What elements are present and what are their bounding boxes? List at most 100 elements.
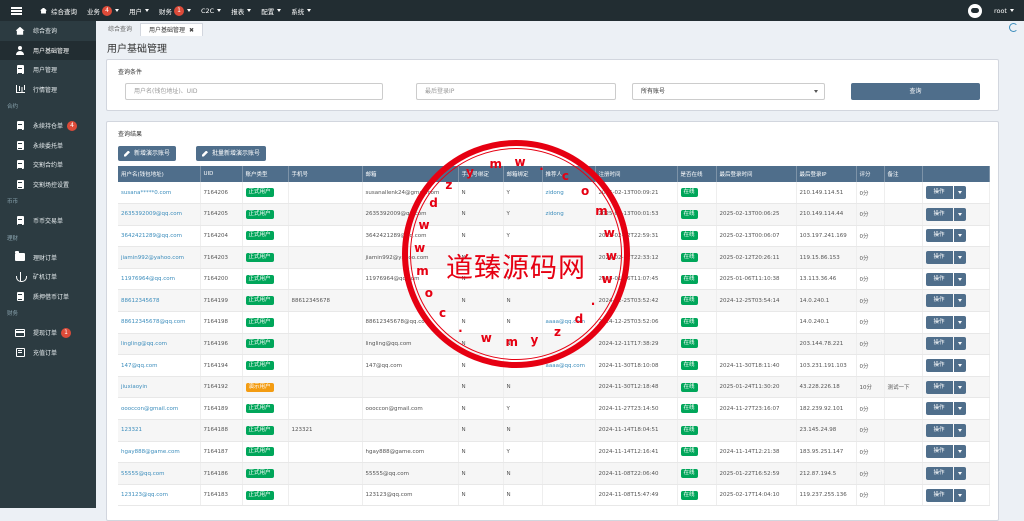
results-panel: 查询结果 新增演示账号 批量新增演示账号 用户名(钱包地址) UID 账户类型 手机号…	[106, 121, 999, 521]
action-dropdown-toggle[interactable]	[953, 229, 966, 243]
username-link[interactable]: hgay888@game.com	[121, 449, 180, 455]
close-icon[interactable]: ✖	[189, 27, 194, 34]
action-dropdown-toggle[interactable]	[953, 251, 966, 265]
sidebar-item-5[interactable]: 永续持仓单 4	[0, 116, 96, 136]
sidebar-item-17[interactable]: 充值订单	[0, 343, 96, 363]
topnav-item-3[interactable]: 财务 1	[159, 5, 191, 16]
topnav-item-2[interactable]: 用户	[129, 6, 149, 16]
home-icon	[40, 7, 47, 14]
sidebar-item-12[interactable]: 理财订单	[0, 248, 96, 268]
sidebar-item-0[interactable]: 综合查询	[0, 21, 96, 41]
table-cell	[542, 289, 596, 313]
account-type-badge: 正式用户	[245, 317, 274, 327]
sidebar-item-13[interactable]: 矿机订单	[0, 267, 96, 287]
topnav-item-1[interactable]: 业务 4	[87, 5, 119, 16]
action-dropdown-toggle[interactable]	[953, 488, 966, 502]
action-button[interactable]: 操作	[925, 207, 953, 221]
username-link[interactable]: 147@qq.com	[121, 363, 157, 369]
action-dropdown-toggle[interactable]	[953, 294, 966, 308]
action-dropdown-toggle[interactable]	[953, 315, 966, 329]
username-link[interactable]: 88612345678	[121, 298, 160, 304]
sidebar-item-label: 理财订单	[33, 254, 58, 262]
cell-text: N	[461, 297, 466, 304]
query-button[interactable]: 查询	[851, 83, 980, 100]
table-cell: N	[503, 354, 543, 377]
sidebar-item-14[interactable]: 质押借币订单	[0, 287, 96, 307]
username-link[interactable]: lingling@qq.com	[121, 341, 167, 347]
action-dropdown-toggle[interactable]	[953, 186, 966, 200]
action-button[interactable]: 操作	[925, 251, 953, 265]
sidebar-item-2[interactable]: 用户管理	[0, 60, 96, 80]
action-dropdown-toggle[interactable]	[953, 445, 966, 459]
sidebar-item-8[interactable]: 交割场控设置	[0, 175, 96, 195]
sidebar-item-7[interactable]: 交割合约单	[0, 155, 96, 175]
action-button[interactable]: 操作	[925, 445, 953, 459]
cell-text: 55555@qq.com	[365, 470, 409, 477]
user-menu[interactable]: root	[994, 7, 1014, 15]
table-cell: 在线	[677, 203, 717, 226]
last-login-ip-input[interactable]: 最后登录IP	[416, 83, 616, 100]
referrer-link[interactable]: aaaa@qq.com	[546, 363, 585, 369]
topnav-item-7[interactable]: 系统	[291, 6, 312, 16]
username-uid-input[interactable]: 用户名(钱包地址)、UID	[125, 83, 383, 100]
username-link[interactable]: 55555@qq.com	[121, 471, 164, 477]
table-cell	[542, 225, 596, 248]
action-button[interactable]: 操作	[925, 423, 953, 437]
action-dropdown-toggle[interactable]	[953, 380, 966, 394]
action-button[interactable]: 操作	[925, 337, 953, 351]
username-link[interactable]: 2635392009@qq.com	[121, 211, 182, 217]
topnav-item-6[interactable]: 配置	[261, 6, 282, 16]
table-cell	[288, 182, 363, 205]
sidebar-item-16[interactable]: 提现订单 1	[0, 323, 96, 343]
topnav-item-4[interactable]: C2C	[201, 7, 222, 15]
tab-1[interactable]: 用户基础管理 ✖	[140, 23, 204, 36]
username-link[interactable]: 123321	[121, 427, 142, 433]
chat-icon[interactable]	[967, 3, 982, 18]
action-button[interactable]: 操作	[925, 380, 953, 394]
table-cell: 7164187	[200, 441, 243, 464]
menu-toggle-icon[interactable]	[0, 0, 32, 21]
username-link[interactable]: susana*****0.com	[121, 190, 171, 196]
action-button[interactable]: 操作	[925, 186, 953, 200]
sidebar-item-6[interactable]: 永续委托单	[0, 136, 96, 156]
sidebar-item-3[interactable]: 行情管理	[0, 80, 96, 100]
topnav-item-5[interactable]: 报表	[231, 6, 252, 16]
username-link[interactable]: oooccon@gmail.com	[121, 406, 178, 412]
batch-add-demo-account-button[interactable]: 批量新增演示账号	[196, 146, 267, 161]
action-dropdown-toggle[interactable]	[953, 423, 966, 437]
referrer-link[interactable]: zidong	[546, 190, 564, 196]
action-button[interactable]: 操作	[925, 229, 953, 243]
action-dropdown-toggle[interactable]	[953, 359, 966, 373]
username-link[interactable]: jiuxiaoyin	[121, 384, 147, 390]
username-link[interactable]: 3642421289@qq.com	[121, 233, 182, 239]
action-dropdown-toggle[interactable]	[953, 402, 966, 416]
tab-0[interactable]: 综合查询	[100, 23, 140, 36]
action-button[interactable]: 操作	[925, 402, 953, 416]
action-button[interactable]: 操作	[925, 315, 953, 329]
online-status-badge: 在线	[680, 231, 698, 241]
table-cell: 7164194	[200, 354, 243, 377]
sidebar-section-header: 币币	[0, 194, 96, 211]
action-dropdown-toggle[interactable]	[953, 337, 966, 351]
action-dropdown-toggle[interactable]	[953, 207, 966, 221]
username-link[interactable]: jiamin992@yahoo.com	[121, 255, 184, 261]
cell-text: hgay888@game.com	[365, 448, 425, 455]
refresh-icon[interactable]	[1009, 23, 1018, 32]
action-button[interactable]: 操作	[925, 294, 953, 308]
action-dropdown-toggle[interactable]	[953, 272, 966, 286]
action-button[interactable]: 操作	[925, 272, 953, 286]
action-button[interactable]: 操作	[925, 467, 953, 481]
action-dropdown-toggle[interactable]	[953, 467, 966, 481]
add-demo-account-button[interactable]: 新增演示账号	[118, 146, 177, 161]
action-button[interactable]: 操作	[925, 488, 953, 502]
username-link[interactable]: 11976964@qq.com	[121, 276, 175, 282]
sidebar-item-1[interactable]: 用户基础管理	[0, 40, 96, 60]
username-link[interactable]: 88612345678@qq.com	[121, 319, 185, 325]
topnav-item-0[interactable]: 综合查询	[40, 6, 77, 16]
referrer-link[interactable]: aaaa@qq.com	[546, 319, 585, 325]
action-button[interactable]: 操作	[925, 359, 953, 373]
username-link[interactable]: 123123@qq.com	[121, 492, 168, 498]
sidebar-item-10[interactable]: 币币交易单	[0, 211, 96, 231]
account-type-select[interactable]: 所有账号	[632, 83, 825, 100]
referrer-link[interactable]: zidong	[546, 211, 564, 217]
